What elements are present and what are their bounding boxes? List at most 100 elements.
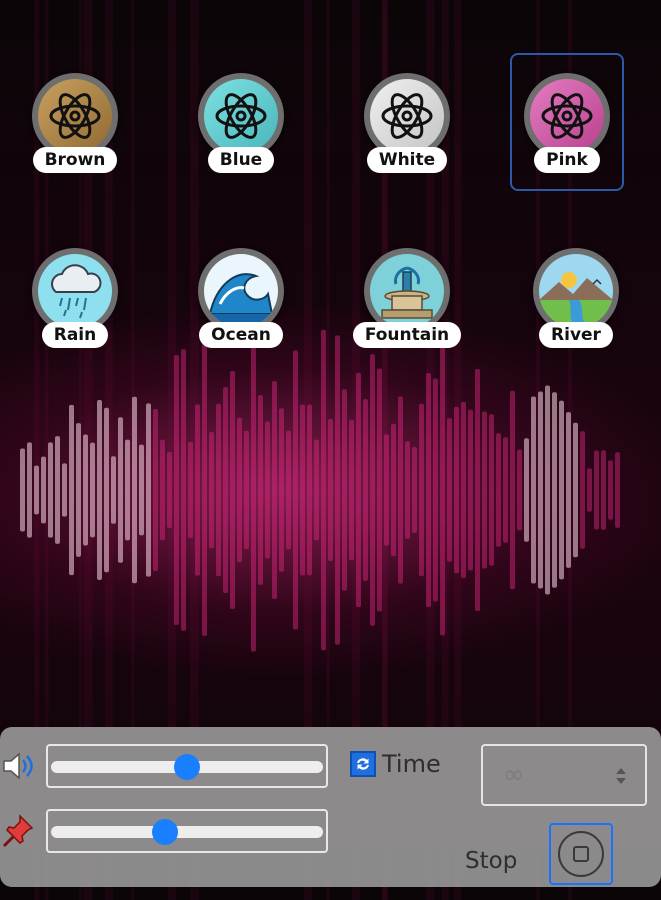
sound-fountain[interactable]: Fountain xyxy=(352,230,462,370)
waveform-bar xyxy=(468,409,473,571)
waveform-bar xyxy=(125,439,130,541)
waveform-bar xyxy=(293,350,298,630)
waveform-bar xyxy=(41,456,46,524)
waveform-bar xyxy=(48,442,53,538)
waveform-bar xyxy=(223,386,228,594)
waveform-bar xyxy=(20,448,25,532)
waveform-bar xyxy=(587,468,592,512)
waveform-bar xyxy=(139,444,144,536)
waveform-bar xyxy=(545,385,550,595)
sound-blue-image xyxy=(204,79,278,153)
pin-icon xyxy=(2,814,34,848)
sound-rain-label: Rain xyxy=(41,322,109,348)
speaker-icon xyxy=(3,752,33,780)
waveform-bar xyxy=(76,423,81,557)
refresh-icon xyxy=(357,758,369,770)
waveform-bar xyxy=(90,442,95,538)
waveform-bar xyxy=(188,441,193,539)
river-landscape-icon xyxy=(539,272,613,328)
waveform-bar xyxy=(419,403,424,577)
waveform-bar xyxy=(34,465,39,515)
waveform-bar xyxy=(510,390,515,590)
waveform-bar xyxy=(517,449,522,531)
volume-slider[interactable] xyxy=(46,744,328,788)
sound-brown[interactable]: Brown xyxy=(20,55,130,195)
waveform-bar xyxy=(412,446,417,534)
time-checkbox[interactable] xyxy=(350,751,376,777)
waveform-bar xyxy=(321,329,326,651)
time-label: Time xyxy=(382,750,441,778)
waveform-bar xyxy=(83,434,88,546)
waveform-bar xyxy=(461,401,466,579)
waveform-bar xyxy=(181,349,186,631)
waveform-bar xyxy=(433,378,438,602)
sound-pink[interactable]: Pink xyxy=(510,53,624,191)
waveform-bar xyxy=(503,437,508,543)
sound-blue[interactable]: Blue xyxy=(186,55,296,195)
ocean-wave-icon xyxy=(208,273,274,322)
sound-white-image xyxy=(370,79,444,153)
time-toggle[interactable]: Time xyxy=(350,750,441,778)
atom-icon xyxy=(381,93,433,139)
waveform-bar xyxy=(286,430,291,550)
sound-brown-label: Brown xyxy=(32,147,118,173)
sound-ocean-image xyxy=(204,254,278,328)
waveform-bar xyxy=(454,406,459,574)
waveform-bar xyxy=(167,451,172,529)
duration-select[interactable]: ∞ xyxy=(481,744,647,806)
waveform-bar xyxy=(300,404,305,576)
duration-value: ∞ xyxy=(503,760,525,790)
waveform-bar xyxy=(279,408,284,572)
rain-cloud-icon xyxy=(51,264,102,319)
sound-ocean-label: Ocean xyxy=(199,322,283,348)
waveform-bar xyxy=(377,368,382,612)
waveform-bar xyxy=(216,403,221,577)
waveform-bar xyxy=(538,391,543,589)
waveform-bar xyxy=(566,412,571,568)
sound-pink-label: Pink xyxy=(534,147,600,173)
waveform-bar xyxy=(496,433,501,547)
waveform-bar xyxy=(342,389,347,591)
volume-slider-thumb[interactable] xyxy=(174,754,200,780)
waveform-bar xyxy=(475,368,480,612)
waveform-bar xyxy=(573,422,578,558)
waveform-bar xyxy=(307,404,312,576)
waveform-bar xyxy=(314,439,319,541)
sound-white[interactable]: White xyxy=(352,55,462,195)
stop-button[interactable] xyxy=(549,823,613,885)
waveform-bar xyxy=(328,419,333,561)
waveform-bar xyxy=(251,328,256,652)
waveform-bar xyxy=(27,442,32,538)
sound-river-label: River xyxy=(539,322,613,348)
waveform-bar xyxy=(237,417,242,563)
waveform-bar xyxy=(524,438,529,542)
sound-fountain-image xyxy=(370,254,444,328)
sound-river-image xyxy=(539,254,613,328)
waveform-bar xyxy=(615,452,620,528)
waveform-bar xyxy=(111,456,116,524)
waveform-bar xyxy=(482,411,487,569)
waveform-bar xyxy=(440,344,445,636)
balance-slider[interactable] xyxy=(46,809,328,853)
waveform-bar xyxy=(118,417,123,563)
waveform-bar xyxy=(363,399,368,581)
sound-river[interactable]: River xyxy=(521,230,631,370)
sound-rain-image xyxy=(38,254,112,328)
waveform-bar xyxy=(405,441,410,539)
balance-slider-thumb[interactable] xyxy=(151,819,178,845)
waveform-bar xyxy=(335,335,340,645)
stop-icon xyxy=(558,831,604,877)
waveform-bar xyxy=(426,373,431,607)
balance-slider-track[interactable] xyxy=(51,826,323,838)
waveform-bar xyxy=(608,460,613,520)
waveform-bar xyxy=(209,431,214,549)
waveform-bar xyxy=(62,463,67,517)
waveform-bar xyxy=(104,407,109,573)
waveform-bar xyxy=(531,396,536,584)
atom-icon xyxy=(541,93,593,139)
sound-rain[interactable]: Rain xyxy=(20,230,130,370)
waveform-bar xyxy=(202,343,207,637)
waveform-bar xyxy=(559,400,564,580)
sound-ocean[interactable]: Ocean xyxy=(186,230,296,370)
waveform-bar xyxy=(601,450,606,530)
